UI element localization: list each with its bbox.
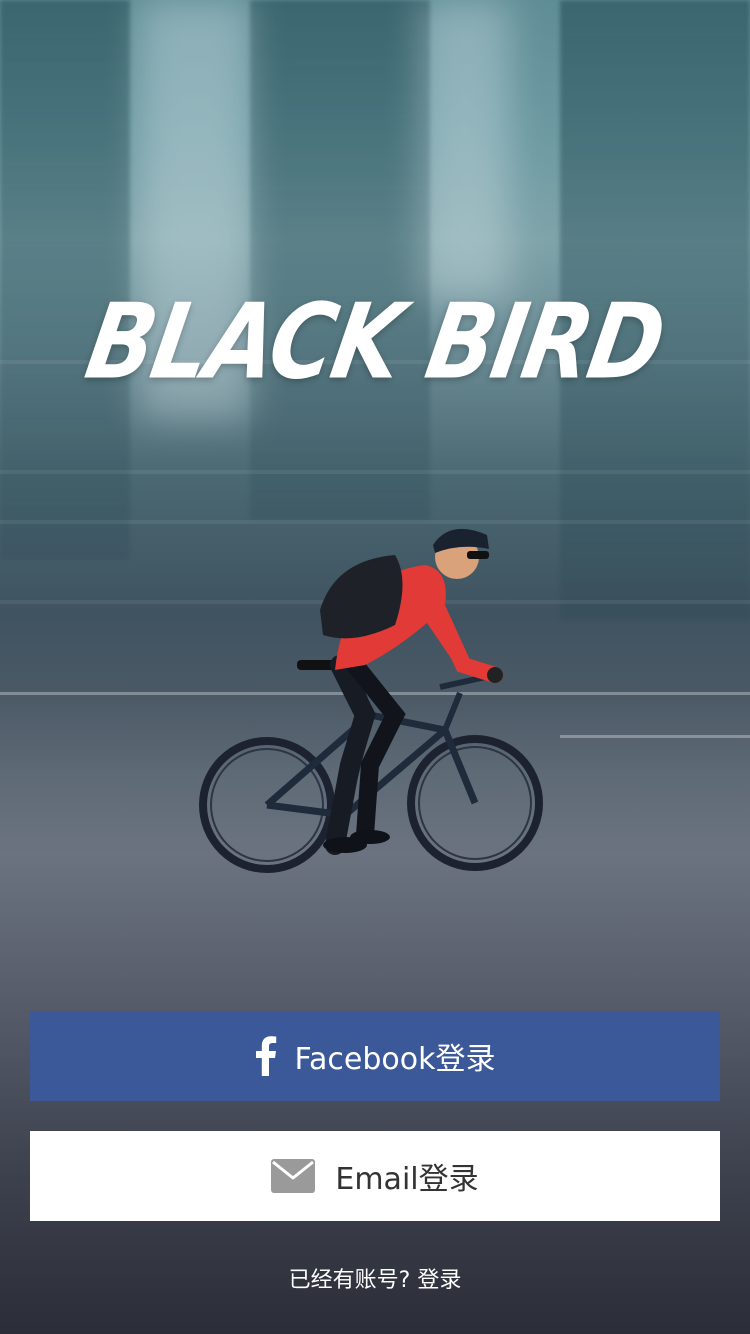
mail-icon <box>271 1159 316 1193</box>
facebook-login-button[interactable]: Facebook登录 <box>30 1011 720 1101</box>
existing-account-prompt: 已经有账号? 登录 <box>0 1262 750 1294</box>
login-link[interactable]: 登录 <box>417 1268 461 1293</box>
email-login-button[interactable]: Email登录 <box>30 1131 720 1221</box>
cyclist-illustration <box>199 528 543 873</box>
login-screen: BLACK BIRD Facebook登录 Email登录 已经有账号? 登录 <box>0 0 750 1334</box>
existing-account-text: 已经有账号? <box>288 1268 411 1293</box>
facebook-icon <box>255 1036 277 1076</box>
facebook-login-label: Facebook登录 <box>294 1042 496 1077</box>
email-login-label: Email登录 <box>335 1162 479 1197</box>
app-title: BLACK BIRD <box>77 280 673 403</box>
